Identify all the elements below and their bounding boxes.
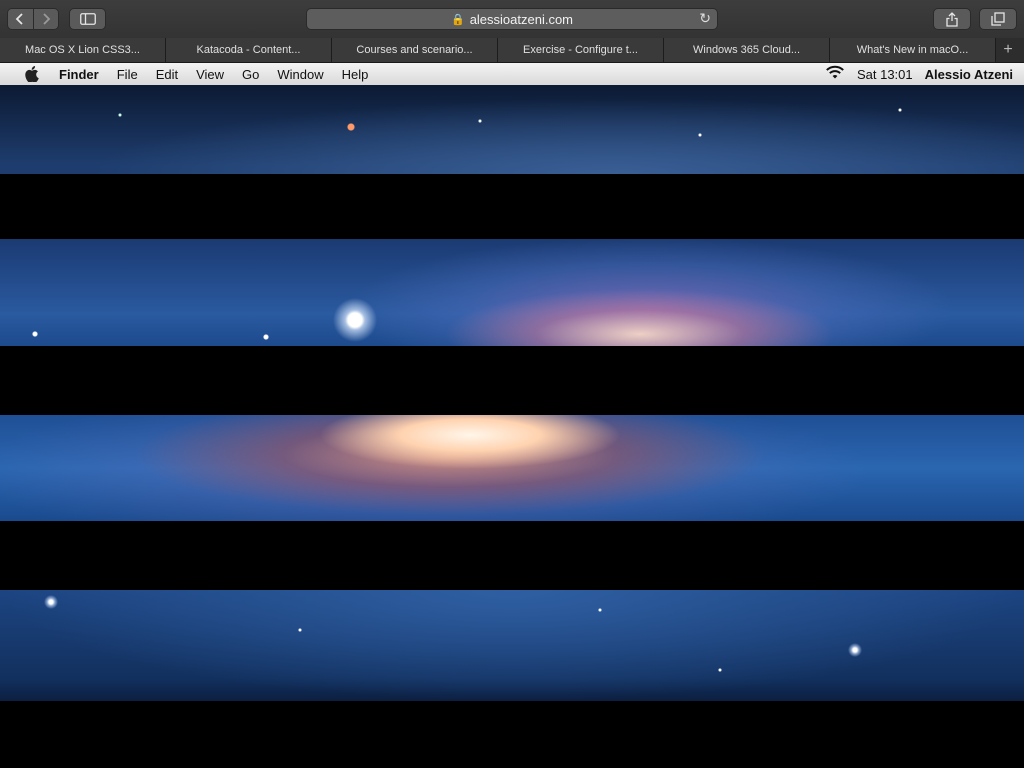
tabs-overview-button[interactable] (979, 8, 1017, 30)
reload-icon[interactable]: ↻ (699, 10, 711, 27)
lock-icon: 🔒 (450, 13, 465, 26)
wallpaper-stripe (0, 590, 1024, 701)
sidebar-icon (79, 13, 96, 25)
tab-courses-scenarios[interactable]: Courses and scenario... (332, 38, 498, 62)
menu-go[interactable]: Go (233, 67, 268, 82)
back-button[interactable] (8, 9, 33, 29)
menu-window[interactable]: Window (268, 67, 332, 82)
wallpaper-stripe (0, 85, 1024, 174)
chevron-left-icon (15, 13, 23, 25)
user-name[interactable]: Alessio Atzeni (925, 67, 1013, 82)
chevron-right-icon (43, 13, 51, 25)
wallpaper-stripe (0, 239, 1024, 346)
menu-edit[interactable]: Edit (147, 67, 187, 82)
clock[interactable]: Sat 13:01 (857, 67, 913, 82)
tab-whats-new-macos[interactable]: What's New in macO... (830, 38, 996, 62)
apple-icon (25, 66, 39, 82)
status-area: Sat 13:01 Alessio Atzeni (825, 63, 1013, 85)
menu-help[interactable]: Help (333, 67, 378, 82)
tab-mac-os-x-lion[interactable]: Mac OS X Lion CSS3... (0, 38, 166, 62)
address-bar[interactable]: 🔒 alessioatzeni.com ↻ (306, 8, 718, 30)
tab-bar: Mac OS X Lion CSS3... Katacoda - Content… (0, 38, 1024, 63)
menu-view[interactable]: View (187, 67, 233, 82)
sidebar-button[interactable] (69, 8, 106, 30)
share-button[interactable] (933, 8, 971, 30)
apple-menu[interactable] (22, 66, 42, 82)
tab-windows-365[interactable]: Windows 365 Cloud... (664, 38, 830, 62)
tab-katacoda-content[interactable]: Katacoda - Content... (166, 38, 332, 62)
menu-finder[interactable]: Finder (50, 67, 108, 82)
menu-file[interactable]: File (108, 67, 147, 82)
wifi-icon[interactable] (825, 65, 845, 83)
browser-toolbar: 🔒 alessioatzeni.com ↻ (0, 0, 1024, 39)
tab-exercise-configure[interactable]: Exercise - Configure t... (498, 38, 664, 62)
tabs-overview-icon (991, 12, 1005, 26)
wallpaper-stripe (0, 415, 1024, 521)
new-tab-button[interactable]: + (996, 38, 1020, 62)
nav-buttons (7, 8, 59, 30)
share-icon (946, 11, 958, 27)
forward-button[interactable] (32, 9, 58, 29)
desktop-wallpaper (0, 85, 1024, 768)
url-text: alessioatzeni.com (469, 11, 574, 27)
menu-bar: Finder File Edit View Go Window Help Sat… (0, 63, 1024, 86)
